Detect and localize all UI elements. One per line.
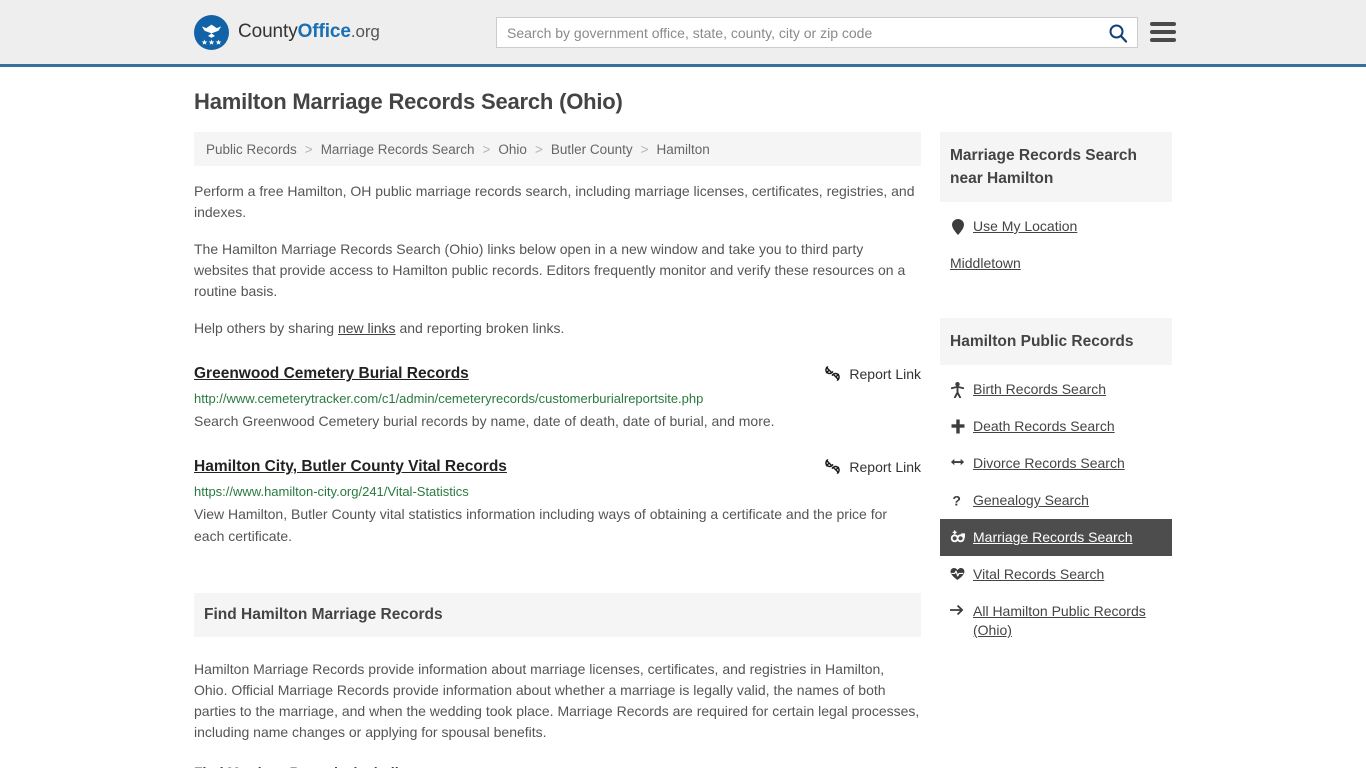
listing-item: Hamilton City, Butler County Vital Recor… xyxy=(194,457,921,547)
sidebar-item-label: Middletown xyxy=(950,255,1021,271)
find-records-heading: Find Hamilton Marriage Records xyxy=(194,593,921,637)
listing-header: Greenwood Cemetery Burial Records Report … xyxy=(194,364,921,384)
find-records-body: Hamilton Marriage Records provide inform… xyxy=(194,661,920,740)
brand-name: CountyOffice.org xyxy=(238,21,380,43)
find-records-subheading: Find Marriage Records, including: xyxy=(194,764,921,768)
page-title: Hamilton Marriage Records Search (Ohio) xyxy=(194,89,623,114)
svg-text:?: ? xyxy=(952,493,961,508)
question-mark-icon: ? xyxy=(950,491,965,508)
listing-title-link[interactable]: Greenwood Cemetery Burial Records xyxy=(194,364,469,384)
breadcrumb-separator: > xyxy=(640,142,649,157)
sidebar-item-label: Divorce Records Search xyxy=(973,455,1125,471)
breadcrumb-item-4[interactable]: Butler County xyxy=(549,142,635,157)
sidebar-public-list: Birth Records Search Death Records Search… xyxy=(940,371,1172,649)
report-link-button[interactable]: Report Link xyxy=(824,364,921,382)
sidebar-item-label: Use My Location xyxy=(973,218,1078,234)
new-links-link[interactable]: new links xyxy=(338,320,396,336)
arrow-right-icon xyxy=(950,602,965,616)
content-columns: Public Records > Marriage Records Search > O… xyxy=(194,132,1172,768)
breadcrumb-separator: > xyxy=(534,142,543,157)
search-bar xyxy=(496,17,1138,48)
sidebar-item-label: Vital Records Search xyxy=(973,566,1105,582)
hamburger-menu-icon[interactable] xyxy=(1150,19,1176,45)
baby-icon xyxy=(950,380,965,398)
sidebar-near-item-use-my-location[interactable]: Use My Location xyxy=(940,208,1172,245)
sidebar-item-label: All Hamilton Public Records (Ohio) xyxy=(973,603,1146,638)
share-text-after: and reporting broken links. xyxy=(395,320,565,336)
intro-paragraph-3: Help others by sharing new links and rep… xyxy=(194,318,921,339)
listing-title-link[interactable]: Hamilton City, Butler County Vital Recor… xyxy=(194,457,507,477)
sidebar-public-heading: Hamilton Public Records xyxy=(940,318,1172,365)
sidebar-near-list: Use My Location Middletown xyxy=(940,208,1172,282)
sidebar-item-genealogy-search[interactable]: ? Genealogy Search xyxy=(940,482,1172,519)
sidebar-item-label: Death Records Search xyxy=(973,418,1115,434)
listing-description: View Hamilton, Butler County vital stati… xyxy=(194,506,888,544)
broken-link-icon xyxy=(824,365,841,382)
breadcrumb-separator: > xyxy=(304,142,313,157)
eagle-stars-logo xyxy=(194,14,229,50)
breadcrumb-separator: > xyxy=(482,142,491,157)
search-input[interactable] xyxy=(497,18,1099,47)
breadcrumb: Public Records > Marriage Records Search > O… xyxy=(194,132,921,166)
sidebar-item-label: Genealogy Search xyxy=(973,492,1089,508)
map-pin-icon xyxy=(950,217,965,235)
heart-pulse-icon xyxy=(950,565,965,581)
brand-part-county: County xyxy=(238,21,298,42)
page-container: Hamilton Marriage Records Search (Ohio) … xyxy=(0,89,1366,768)
report-link-label: Report Link xyxy=(849,458,921,475)
listing-url[interactable]: https://www.hamilton-city.org/241/Vital-… xyxy=(194,483,921,500)
listing-url[interactable]: http://www.cemeterytracker.com/c1/admin/… xyxy=(194,390,921,407)
share-text-before: Help others by sharing xyxy=(194,320,338,336)
sidebar-item-vital-records-search[interactable]: Vital Records Search xyxy=(940,556,1172,593)
listing-item: Greenwood Cemetery Burial Records Report … xyxy=(194,364,921,432)
intro-paragraph-2: The Hamilton Marriage Records Search (Oh… xyxy=(194,241,906,299)
report-link-label: Report Link xyxy=(849,365,921,382)
sidebar-near-item-middletown[interactable]: Middletown xyxy=(940,245,1172,282)
sidebar-item-marriage-records-search[interactable]: Marriage Records Search xyxy=(940,519,1172,556)
sidebar-item-label: Birth Records Search xyxy=(973,381,1107,397)
sidebar: Marriage Records Search near Hamilton Us… xyxy=(940,132,1172,649)
search-icon xyxy=(1108,23,1128,43)
breadcrumb-item-2[interactable]: Marriage Records Search xyxy=(319,142,477,157)
sidebar-item-birth-records-search[interactable]: Birth Records Search xyxy=(940,371,1172,408)
main-column: Public Records > Marriage Records Search > O… xyxy=(194,132,921,768)
breadcrumb-item-1[interactable]: Public Records xyxy=(204,142,299,157)
broken-link-icon xyxy=(824,458,841,475)
sidebar-item-all-hamilton-public-records-ohio[interactable]: All Hamilton Public Records (Ohio) xyxy=(940,593,1172,649)
brand-part-office: Office xyxy=(297,21,351,42)
sidebar-item-divorce-records-search[interactable]: Divorce Records Search xyxy=(940,445,1172,482)
sidebar-near-heading: Marriage Records Search near Hamilton xyxy=(940,132,1172,202)
breadcrumb-item-5: Hamilton xyxy=(656,142,710,157)
listings-container: Greenwood Cemetery Burial Records Report … xyxy=(194,364,921,547)
sidebar-item-death-records-search[interactable]: Death Records Search xyxy=(940,408,1172,445)
listing-header: Hamilton City, Butler County Vital Recor… xyxy=(194,457,921,477)
report-link-button[interactable]: Report Link xyxy=(824,457,921,475)
site-logo-link[interactable]: CountyOffice.org xyxy=(194,14,380,50)
intro-paragraph-1: Perform a free Hamilton, OH public marri… xyxy=(194,183,915,220)
site-header: CountyOffice.org xyxy=(0,0,1366,67)
gender-symbols-icon xyxy=(950,528,965,544)
sidebar-item-label: Marriage Records Search xyxy=(973,529,1133,545)
arrows-left-right-icon xyxy=(950,454,965,468)
brand-part-org: .org xyxy=(350,22,380,41)
cross-icon xyxy=(950,417,965,434)
breadcrumb-item-3[interactable]: Ohio xyxy=(496,142,529,157)
search-button[interactable] xyxy=(1099,18,1137,47)
listing-description: Search Greenwood Cemetery burial records… xyxy=(194,413,775,429)
